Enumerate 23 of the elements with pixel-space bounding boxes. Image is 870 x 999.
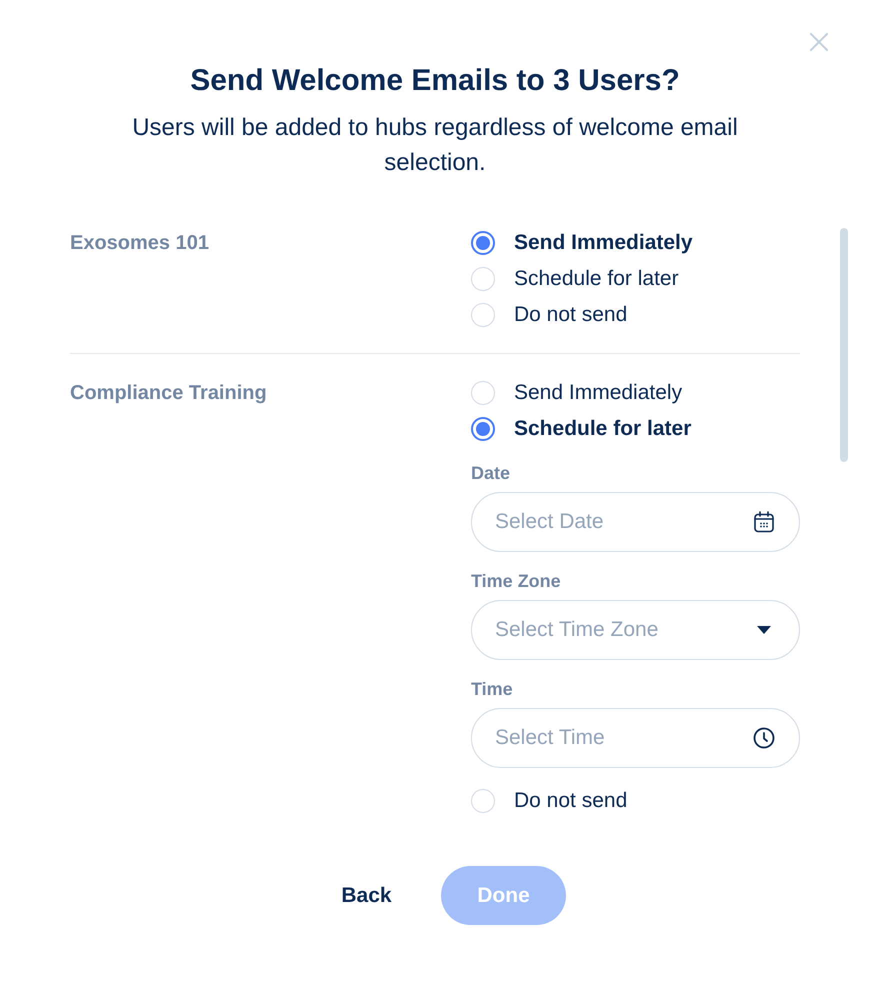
radio-option[interactable]: Do not send bbox=[471, 297, 800, 333]
hub-name: Exosomes 101 bbox=[70, 232, 209, 254]
field-label: Time bbox=[471, 679, 514, 699]
dialog-title: Send Welcome Emails to 3 Users? bbox=[190, 64, 680, 98]
radio-option[interactable]: Do not send bbox=[471, 783, 800, 819]
radio-option[interactable]: Send Immediately bbox=[471, 225, 800, 261]
field-label: Time Zone bbox=[471, 571, 562, 591]
back-button[interactable]: Back bbox=[304, 866, 429, 925]
time-input[interactable]: Select Time bbox=[471, 708, 800, 768]
radio-icon[interactable] bbox=[471, 417, 495, 441]
clock-icon[interactable] bbox=[753, 727, 775, 749]
radio-icon[interactable] bbox=[471, 231, 495, 255]
calendar-icon[interactable] bbox=[753, 511, 775, 533]
dialog-subtitle: Users will be added to hubs regardless of welcome email selection. bbox=[131, 113, 739, 178]
radio-option[interactable]: Schedule for later bbox=[471, 411, 800, 447]
scrollbar-thumb[interactable] bbox=[840, 228, 848, 462]
radio-option[interactable]: Schedule for later bbox=[471, 261, 800, 297]
date-input[interactable]: Select Date bbox=[471, 492, 800, 552]
radio-option[interactable]: Send Immediately bbox=[471, 375, 800, 411]
close-icon[interactable] bbox=[810, 33, 828, 51]
hub-name: Compliance Training bbox=[70, 382, 267, 404]
field-label: Date bbox=[471, 463, 512, 483]
caret-icon[interactable] bbox=[757, 626, 771, 634]
